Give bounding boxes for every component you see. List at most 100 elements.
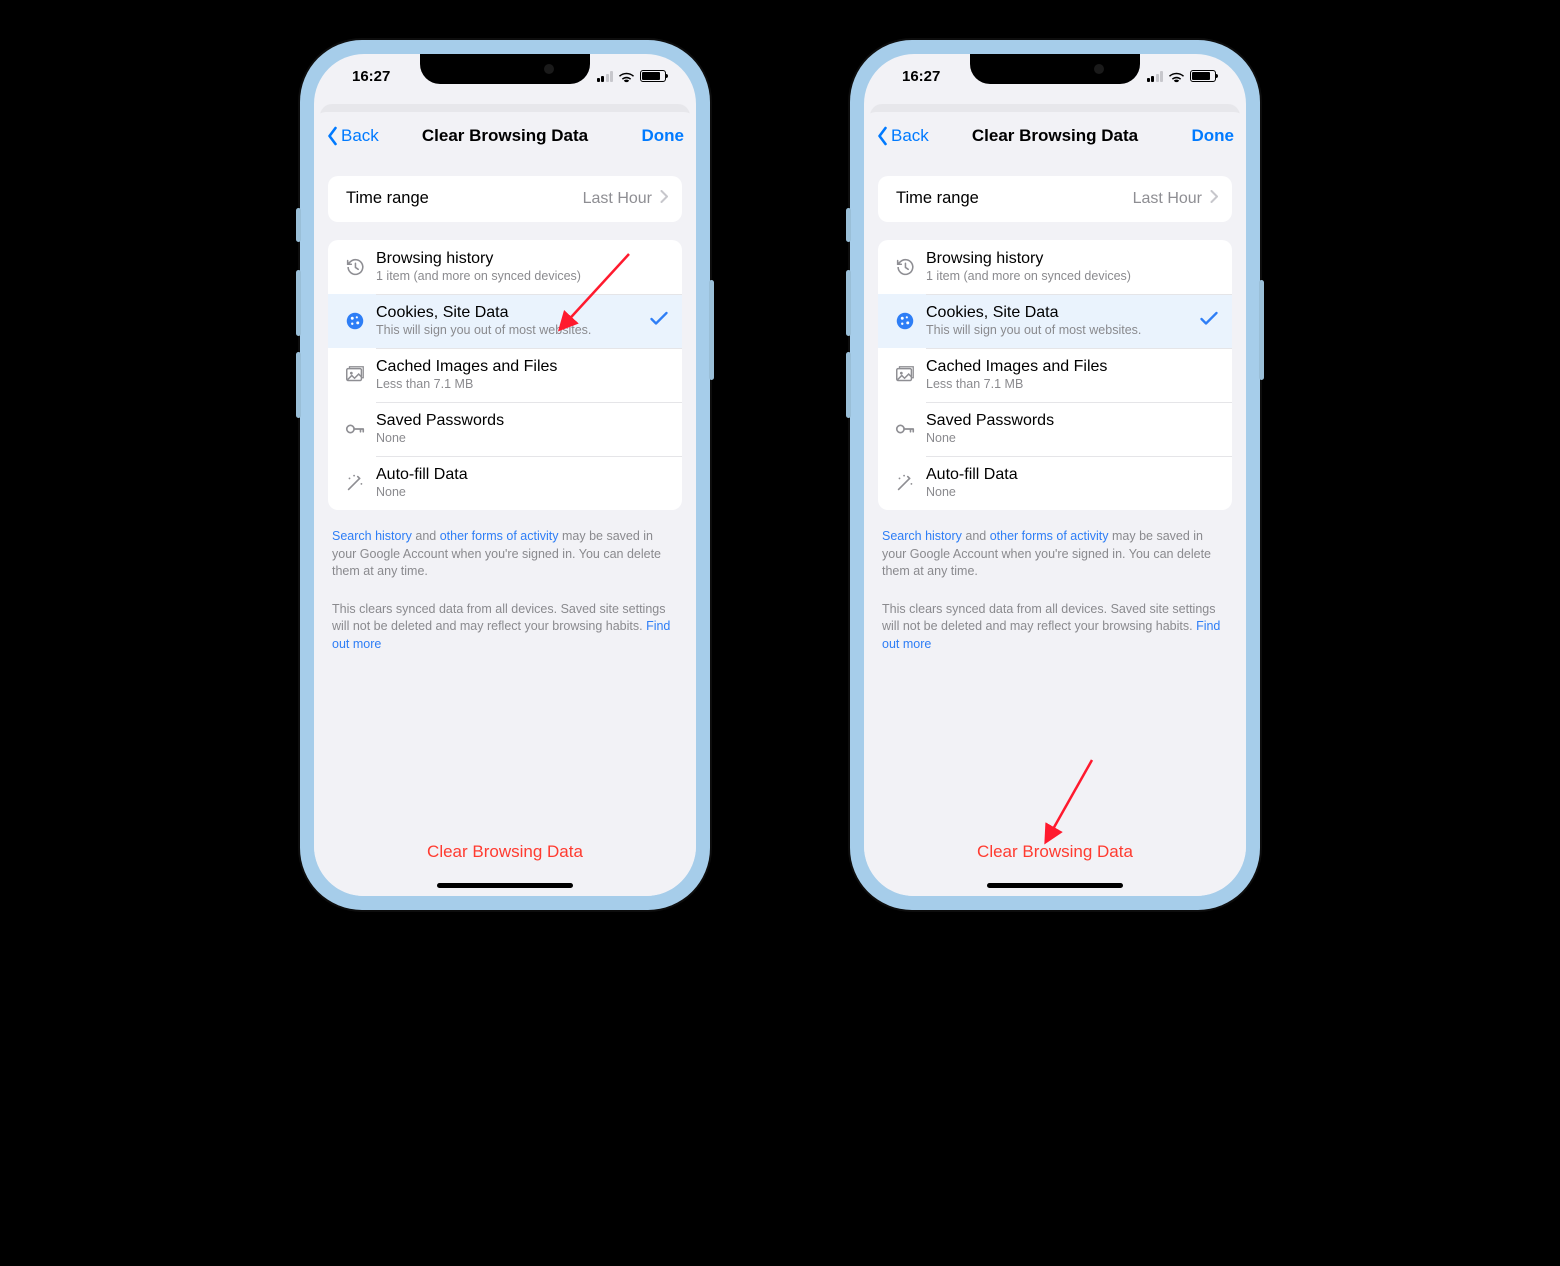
row-title: Auto-fill Data	[926, 465, 1218, 484]
row-subtitle: This will sign you out of most websites.	[926, 323, 1200, 339]
time-range-group: Time range Last Hour	[328, 176, 682, 222]
time-range-label: Time range	[896, 189, 1133, 209]
chevron-right-icon	[660, 190, 668, 208]
search-history-link[interactable]: Search history	[332, 529, 412, 543]
image-icon	[340, 364, 370, 386]
home-indicator[interactable]	[437, 883, 573, 888]
back-label: Back	[891, 126, 929, 146]
wand-icon	[340, 472, 370, 494]
power-button	[709, 280, 714, 380]
back-label: Back	[341, 126, 379, 146]
row-title: Browsing history	[926, 249, 1218, 268]
checkmark-icon	[1200, 311, 1218, 331]
notch	[970, 54, 1140, 84]
row-title: Saved Passwords	[376, 411, 668, 430]
row-title: Auto-fill Data	[376, 465, 668, 484]
row-title: Cached Images and Files	[926, 357, 1218, 376]
cellular-signal-icon	[597, 71, 614, 82]
cached-images-row[interactable]: Cached Images and Files Less than 7.1 MB	[878, 348, 1232, 402]
row-subtitle: This will sign you out of most websites.	[376, 323, 650, 339]
power-button	[1259, 280, 1264, 380]
row-subtitle: None	[376, 431, 668, 447]
info-text-2: This clears synced data from all devices…	[878, 601, 1232, 654]
row-title: Cookies, Site Data	[376, 303, 650, 322]
side-button	[846, 208, 851, 242]
history-icon	[340, 256, 370, 278]
saved-passwords-row[interactable]: Saved Passwords None	[328, 402, 682, 456]
cached-images-row[interactable]: Cached Images and Files Less than 7.1 MB	[328, 348, 682, 402]
time-range-value: Last Hour	[583, 190, 652, 208]
wifi-icon	[1168, 70, 1185, 83]
row-title: Cached Images and Files	[376, 357, 668, 376]
done-button[interactable]: Done	[642, 126, 685, 146]
info-text-2: This clears synced data from all devices…	[328, 601, 682, 654]
row-subtitle: 1 item (and more on synced devices)	[376, 269, 668, 285]
info-text-1: Search history and other forms of activi…	[878, 528, 1232, 581]
saved-passwords-row[interactable]: Saved Passwords None	[878, 402, 1232, 456]
screen: 16:27 Back Clear Browsing Data Done	[864, 54, 1246, 896]
browsing-history-row[interactable]: Browsing history 1 item (and more on syn…	[878, 240, 1232, 294]
row-title: Cookies, Site Data	[926, 303, 1200, 322]
status-time: 16:27	[342, 68, 390, 85]
nav-bar: Back Clear Browsing Data Done	[314, 112, 696, 160]
cookie-icon	[340, 310, 370, 332]
row-subtitle: Less than 7.1 MB	[376, 377, 668, 393]
row-subtitle: 1 item (and more on synced devices)	[926, 269, 1218, 285]
time-range-group: Time range Last Hour	[878, 176, 1232, 222]
modal-sheet: Back Clear Browsing Data Done Time range…	[314, 112, 696, 896]
key-icon	[890, 418, 920, 440]
volume-up-button	[296, 270, 301, 336]
row-subtitle: None	[926, 431, 1218, 447]
done-button[interactable]: Done	[1192, 126, 1235, 146]
autofill-row[interactable]: Auto-fill Data None	[878, 456, 1232, 510]
home-indicator[interactable]	[987, 883, 1123, 888]
modal-sheet: Back Clear Browsing Data Done Time range…	[864, 112, 1246, 896]
time-range-value: Last Hour	[1133, 190, 1202, 208]
nav-bar: Back Clear Browsing Data Done	[864, 112, 1246, 160]
time-range-row[interactable]: Time range Last Hour	[878, 176, 1232, 222]
screen: 16:27 Back Clear Browsing Data Done	[314, 54, 696, 896]
row-subtitle: None	[376, 485, 668, 501]
image-icon	[890, 364, 920, 386]
key-icon	[340, 418, 370, 440]
autofill-row[interactable]: Auto-fill Data None	[328, 456, 682, 510]
battery-icon	[1190, 70, 1216, 82]
search-history-link[interactable]: Search history	[882, 529, 962, 543]
chevron-left-icon	[876, 126, 889, 146]
back-button[interactable]: Back	[326, 126, 379, 146]
cookies-row[interactable]: Cookies, Site Data This will sign you ou…	[878, 294, 1232, 348]
wand-icon	[890, 472, 920, 494]
row-subtitle: Less than 7.1 MB	[926, 377, 1218, 393]
phone-frame-right: 16:27 Back Clear Browsing Data Done	[850, 40, 1260, 910]
row-title: Browsing history	[376, 249, 668, 268]
status-time: 16:27	[892, 68, 940, 85]
info-text-1: Search history and other forms of activi…	[328, 528, 682, 581]
notch	[420, 54, 590, 84]
other-activity-link[interactable]: other forms of activity	[990, 529, 1109, 543]
cookies-row[interactable]: Cookies, Site Data This will sign you ou…	[328, 294, 682, 348]
data-types-group: Browsing history 1 item (and more on syn…	[328, 240, 682, 510]
chevron-left-icon	[326, 126, 339, 146]
back-button[interactable]: Back	[876, 126, 929, 146]
volume-up-button	[846, 270, 851, 336]
side-button	[296, 208, 301, 242]
content: Time range Last Hour	[864, 160, 1246, 896]
cookie-icon	[890, 310, 920, 332]
clear-browsing-data-button[interactable]: Clear Browsing Data	[864, 842, 1246, 862]
chevron-right-icon	[1210, 190, 1218, 208]
data-types-group: Browsing history 1 item (and more on syn…	[878, 240, 1232, 510]
time-range-label: Time range	[346, 189, 583, 209]
volume-down-button	[296, 352, 301, 418]
cellular-signal-icon	[1147, 71, 1164, 82]
clear-browsing-data-button[interactable]: Clear Browsing Data	[314, 842, 696, 862]
phone-frame-left: 16:27 Back Clear Browsing Data Done	[300, 40, 710, 910]
row-subtitle: None	[926, 485, 1218, 501]
volume-down-button	[846, 352, 851, 418]
content: Time range Last Hour	[314, 160, 696, 896]
battery-icon	[640, 70, 666, 82]
other-activity-link[interactable]: other forms of activity	[440, 529, 559, 543]
wifi-icon	[618, 70, 635, 83]
time-range-row[interactable]: Time range Last Hour	[328, 176, 682, 222]
row-title: Saved Passwords	[926, 411, 1218, 430]
browsing-history-row[interactable]: Browsing history 1 item (and more on syn…	[328, 240, 682, 294]
